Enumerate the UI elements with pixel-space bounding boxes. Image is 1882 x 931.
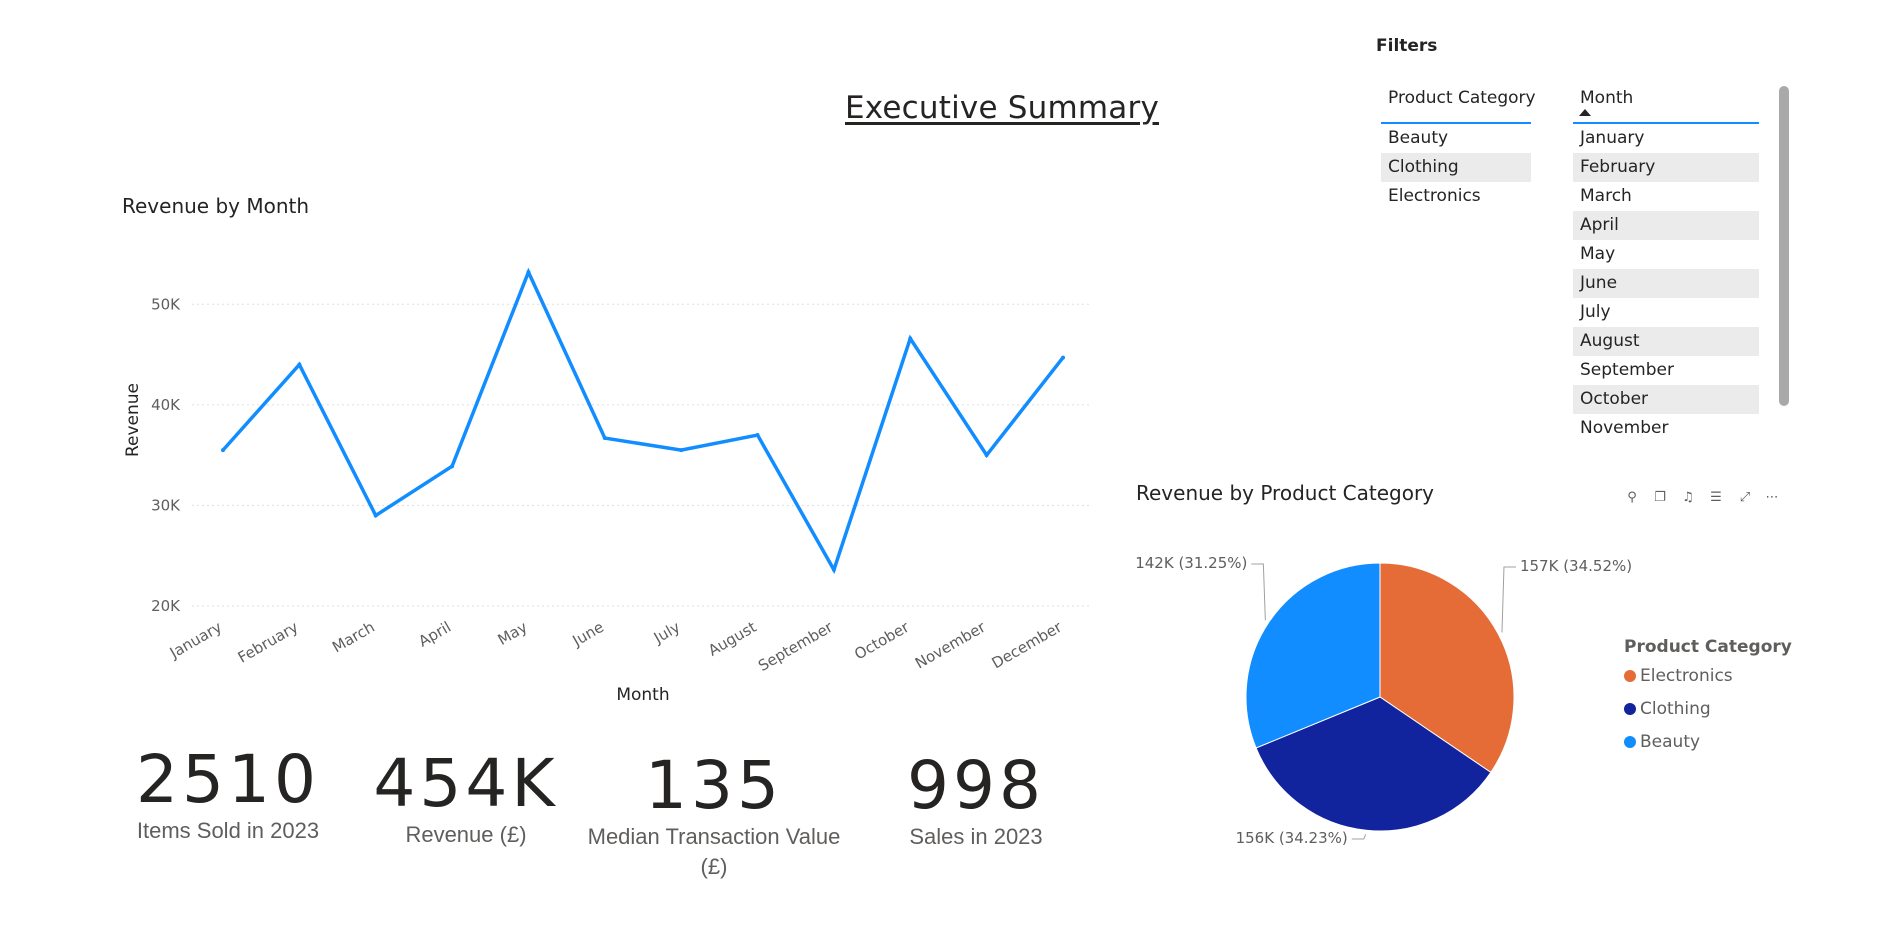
legend-marker [1624,670,1636,682]
legend-title: Product Category [1624,637,1792,657]
legend-label: Electronics [1640,666,1733,686]
legend-marker [1624,736,1636,748]
legend-label: Beauty [1640,732,1701,752]
pie-data-label: 157K (34.52%) [1519,557,1633,575]
legend-item[interactable]: Clothing [1624,699,1711,719]
pie-leader-line [1251,563,1266,621]
legend-item[interactable]: Electronics [1624,666,1733,686]
pie-data-label: 156K (34.23%) [1235,829,1348,847]
legend-marker [1624,703,1636,715]
pie-leader-line [1351,834,1367,840]
legend-item[interactable]: Beauty [1624,732,1700,752]
pie-leader-line [1501,566,1516,633]
pie-data-label: 142K (31.25%) [1135,554,1248,572]
pie-chart-svg[interactable] [0,0,1882,931]
legend-label: Clothing [1640,699,1711,719]
